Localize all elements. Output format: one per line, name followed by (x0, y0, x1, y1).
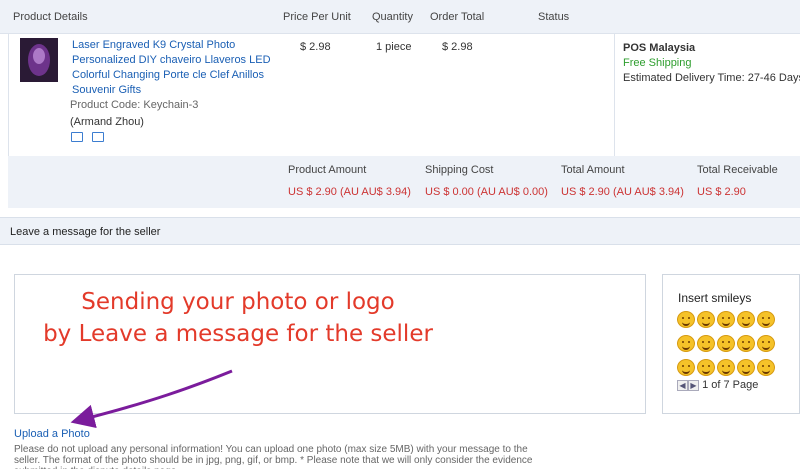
annotation-line-2: by Leave a message for the seller (43, 321, 433, 347)
smiley-face-icon[interactable] (697, 335, 715, 352)
smiley-face-icon[interactable] (737, 359, 755, 376)
upload-photo-link[interactable]: Upload a Photo (14, 428, 90, 440)
smiley-face-icon[interactable] (717, 311, 735, 328)
total-receivable-value: US $ 2.90 (697, 186, 746, 198)
product-row: Laser Engraved K9 Crystal Photo Personal… (8, 34, 800, 156)
col-product-details: Product Details (13, 11, 88, 23)
free-shipping-label: Free Shipping (623, 57, 692, 69)
annotation-text: Sending your photo or logo by Leave a me… (0, 286, 476, 350)
column-divider (614, 34, 615, 156)
product-icons (71, 132, 110, 145)
smiley-face-icon[interactable] (717, 359, 735, 376)
shipping-icon[interactable] (71, 132, 83, 142)
total-receivable-label: Total Receivable (697, 164, 778, 176)
smiley-pager: ◀ ▶ 1 of 7 Page (677, 379, 758, 391)
smiley-face-icon[interactable] (737, 335, 755, 352)
total-amount-label: Total Amount (561, 164, 625, 176)
product-amount: Product Amount US $ 2.90 (AU AU$ 3.94) (288, 164, 411, 198)
smiley-face-icon[interactable] (757, 311, 775, 328)
product-amount-value: US $ 2.90 (AU AU$ 3.94) (288, 186, 411, 198)
smiley-face-icon[interactable] (717, 335, 735, 352)
smiley-face-icon[interactable] (697, 359, 715, 376)
order-summary: Product Amount US $ 2.90 (AU AU$ 3.94) S… (8, 156, 800, 208)
next-page-button[interactable]: ▶ (688, 379, 699, 391)
shipping-cost-label: Shipping Cost (425, 164, 494, 176)
smiley-grid (677, 311, 789, 383)
product-thumbnail[interactable] (20, 38, 58, 82)
shipping-cost-value: US $ 0.00 (AU AU$ 0.00) (425, 186, 548, 198)
order-total-value: $ 2.98 (442, 41, 473, 53)
annotation-line-1: Sending your photo or logo (81, 289, 395, 315)
total-amount: Total Amount US $ 2.90 (AU AU$ 3.94) (561, 164, 684, 198)
card-icon[interactable] (92, 132, 105, 142)
total-receivable: Total Receivable US $ 2.90 (697, 164, 778, 198)
smiley-face-icon[interactable] (677, 335, 695, 352)
smiley-face-icon[interactable] (737, 311, 755, 328)
product-code: Product Code: Keychain-3 (70, 99, 199, 111)
product-amount-label: Product Amount (288, 164, 367, 176)
delivery-time: Estimated Delivery Time: 27-46 Days (623, 72, 800, 84)
smiley-panel-title: Insert smileys (678, 291, 752, 305)
col-order-total: Order Total (430, 11, 485, 23)
col-price-per-unit: Price Per Unit (283, 11, 351, 23)
message-section-title: Leave a message for the seller (10, 226, 161, 238)
price-per-unit: $ 2.98 (300, 41, 331, 53)
smiley-face-icon[interactable] (677, 311, 695, 328)
smiley-face-icon[interactable] (757, 359, 775, 376)
smiley-panel: Insert smileys ◀ ▶ 1 of 7 Page (662, 274, 800, 414)
smiley-face-icon[interactable] (677, 359, 695, 376)
seller-name[interactable]: (Armand Zhou) (70, 116, 144, 128)
total-amount-value: US $ 2.90 (AU AU$ 3.94) (561, 186, 684, 198)
smiley-face-icon[interactable] (757, 335, 775, 352)
message-section-header: Leave a message for the seller (0, 217, 800, 245)
upload-note: Please do not upload any personal inform… (14, 444, 533, 469)
shipping-cost: Shipping Cost US $ 0.00 (AU AU$ 0.00) (425, 164, 548, 198)
product-name-link[interactable]: Laser Engraved K9 Crystal Photo Personal… (72, 38, 272, 98)
quantity-value: 1 piece (376, 41, 412, 53)
smiley-face-icon[interactable] (697, 311, 715, 328)
col-quantity: Quantity (372, 11, 413, 23)
smiley-page-info: 1 of 7 Page (702, 379, 759, 391)
order-table-header: Product Details Price Per Unit Quantity … (0, 0, 800, 34)
prev-page-button[interactable]: ◀ (677, 379, 688, 391)
shipping-info: POS Malaysia Free Shipping Estimated Del… (623, 41, 800, 86)
col-status: Status (538, 11, 570, 23)
shipping-carrier: POS Malaysia (623, 42, 696, 54)
